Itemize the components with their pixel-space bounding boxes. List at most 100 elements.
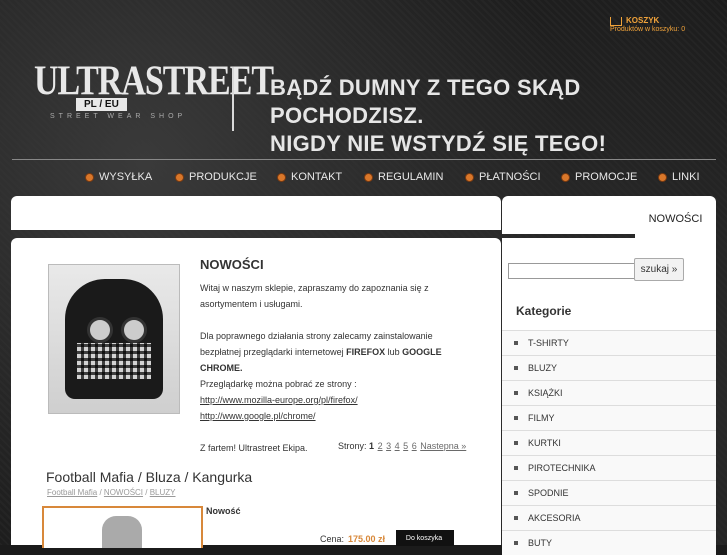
header-divider: [232, 67, 234, 131]
content-top-panel: [11, 196, 501, 230]
category-item[interactable]: AKCESORIA: [502, 505, 716, 530]
category-label: BLUZY: [528, 363, 558, 373]
page-current: 1: [369, 441, 375, 451]
page-link[interactable]: 4: [395, 441, 400, 451]
hoodie-image: [102, 516, 142, 548]
category-label: KURTKI: [528, 438, 561, 448]
bullet-icon: [514, 466, 518, 470]
main-nav: WYSYŁKA PRODUKCJE KONTAKT REGULAMIN PŁAT…: [0, 171, 727, 187]
nav-label: LINKI: [672, 171, 700, 183]
page-link[interactable]: 3: [386, 441, 391, 451]
crumb-link[interactable]: Football Mafia: [47, 488, 97, 497]
nav-linki[interactable]: LINKI: [659, 171, 700, 183]
featured-photo: [34, 259, 192, 417]
news-body: Witaj w naszym sklepie, zapraszamy do za…: [200, 280, 475, 456]
category-label: AKCESORIA: [528, 513, 581, 523]
category-item[interactable]: KURTKI: [502, 430, 716, 455]
bullet-icon: [514, 541, 518, 545]
header-slogan: BĄDŹ DUMNY Z TEGO SKĄD POCHODZISZ. NIGDY…: [270, 74, 727, 158]
product-image-frame[interactable]: [42, 506, 203, 548]
nav-label: REGULAMIN: [378, 171, 444, 183]
nav-produkcje[interactable]: PRODUKCJE: [176, 171, 257, 183]
slogan-line-1: BĄDŹ DUMNY Z TEGO SKĄD POCHODZISZ.: [270, 75, 581, 128]
search-button[interactable]: szukaj »: [634, 258, 684, 281]
search-input[interactable]: [508, 263, 637, 279]
product-price: Cena: 175.00 zł: [320, 534, 385, 544]
logo-domain: PL / EU: [76, 98, 127, 111]
page-link[interactable]: 2: [378, 441, 383, 451]
product-badge: Nowość: [206, 506, 241, 516]
bullet-icon: [514, 441, 518, 445]
category-item[interactable]: KSIĄŻKI: [502, 380, 716, 405]
nav-regulamin[interactable]: REGULAMIN: [365, 171, 443, 183]
nav-label: WYSYŁKA: [99, 171, 153, 183]
bullet-icon: [514, 391, 518, 395]
nav-bullet-icon: [176, 173, 183, 181]
site-logo[interactable]: ULTRASTREET PL / EU STREET WEAR SHOP: [34, 58, 274, 148]
category-item[interactable]: BUTY: [502, 530, 716, 555]
firefox-link[interactable]: http://www.mozilla-europe.org/pl/firefox…: [200, 395, 358, 405]
header-rule: [12, 159, 716, 160]
price-value: 175.00 zł: [348, 534, 386, 544]
category-label: KSIĄŻKI: [528, 388, 563, 398]
nav-wysylka[interactable]: WYSYŁKA: [86, 171, 152, 183]
cart-title: KOSZYK: [626, 16, 660, 25]
category-item[interactable]: PIROTECHNIKA: [502, 455, 716, 480]
product-title[interactable]: Football Mafia / Bluza / Kangurka: [46, 469, 252, 485]
slogan-line-2: NIGDY NIE WSTYDŹ SIĘ TEGO!: [270, 131, 607, 156]
nav-bullet-icon: [659, 173, 666, 181]
page-link[interactable]: 6: [412, 441, 417, 451]
nav-promocje[interactable]: PROMOCJE: [562, 171, 637, 183]
bullet-icon: [514, 491, 518, 495]
nav-label: PŁATNOŚCI: [479, 171, 541, 183]
category-label: FILMY: [528, 413, 555, 423]
category-item[interactable]: T-SHIRTY: [502, 330, 716, 355]
news-download-note: Przeglądarkę można pobrać ze strony :: [200, 379, 357, 389]
nav-platnosci[interactable]: PŁATNOŚCI: [466, 171, 541, 183]
pagination: Strony: 1 2 3 4 5 6 Nastepna »: [338, 441, 466, 451]
category-item[interactable]: FILMY: [502, 405, 716, 430]
add-to-cart-button[interactable]: Do koszyka: [396, 530, 454, 546]
photo-frame: [48, 264, 180, 414]
nav-bullet-icon: [466, 173, 473, 181]
next-page-link[interactable]: Nastepna »: [420, 441, 466, 451]
goggle-right: [121, 317, 147, 343]
pagination-label: Strony:: [338, 441, 367, 451]
goggle-left: [87, 317, 113, 343]
nav-bullet-icon: [86, 173, 93, 181]
logo-tagline: STREET WEAR SHOP: [50, 113, 187, 120]
conjunction: lub: [385, 347, 403, 357]
chrome-link[interactable]: http://www.google.pl/chrome/: [200, 411, 316, 421]
nav-label: PROMOCJE: [575, 171, 638, 183]
category-list: T-SHIRTY BLUZY KSIĄŻKI FILMY KURTKI PIRO…: [502, 330, 716, 555]
categories-title: Kategorie: [516, 304, 572, 318]
cart-icon: [610, 16, 622, 26]
bullet-icon: [514, 516, 518, 520]
category-label: PIROTECHNIKA: [528, 463, 596, 473]
bullet-icon: [514, 366, 518, 370]
checkered-scarf: [77, 343, 151, 379]
product-breadcrumb: Football Mafia / NOWOŚCI / BLUZY: [47, 488, 176, 497]
nav-label: PRODUKCJE: [189, 171, 257, 183]
news-welcome: Witaj w naszym sklepie, zapraszamy do za…: [200, 283, 429, 309]
cart-widget[interactable]: KOSZYK Produktów w koszyku: 0: [610, 16, 685, 33]
category-label: SPODNIE: [528, 488, 569, 498]
news-browser-note: Dla poprawnego działania strony zalecamy…: [200, 328, 475, 376]
cart-count: Produktów w koszyku: 0: [610, 25, 686, 33]
category-item[interactable]: BLUZY: [502, 355, 716, 380]
nav-bullet-icon: [365, 173, 372, 181]
nav-bullet-icon: [278, 173, 285, 181]
news-title: NOWOŚCI: [200, 257, 264, 272]
category-label: T-SHIRTY: [528, 338, 569, 348]
crumb-link[interactable]: BLUZY: [150, 488, 176, 497]
category-item[interactable]: SPODNIE: [502, 480, 716, 505]
bullet-icon: [514, 341, 518, 345]
price-label: Cena:: [320, 534, 345, 544]
tab-nowosci[interactable]: NOWOŚCI: [635, 204, 716, 238]
page-link[interactable]: 5: [403, 441, 408, 451]
bullet-icon: [514, 416, 518, 420]
crumb-link[interactable]: NOWOŚCI: [104, 488, 143, 497]
nav-kontakt[interactable]: KONTAKT: [278, 171, 342, 183]
firefox-label: FIREFOX: [346, 347, 386, 357]
nav-label: KONTAKT: [291, 171, 343, 183]
